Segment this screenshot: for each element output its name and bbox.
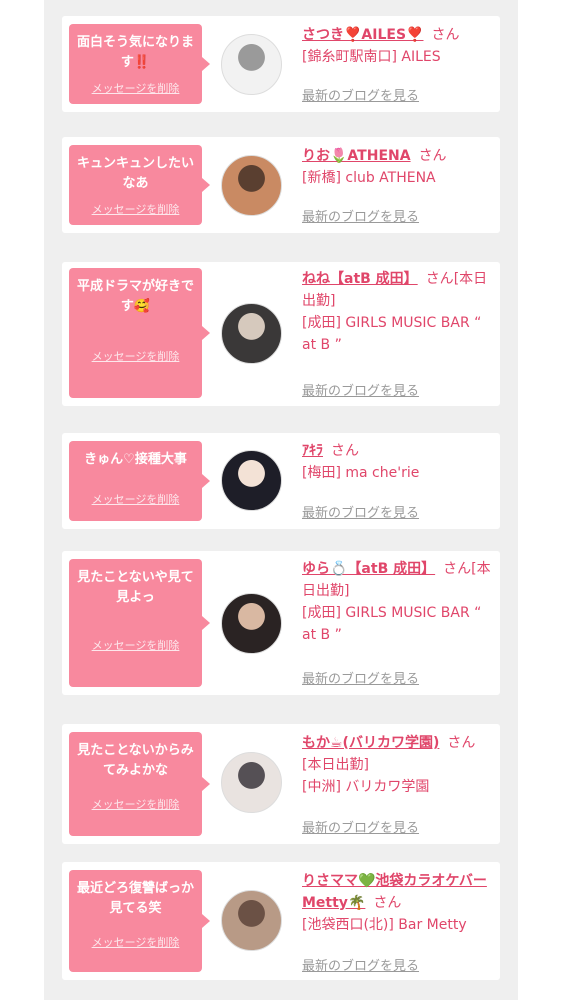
latest-blog-link[interactable]: 最新のブログを見る [302, 85, 419, 104]
avatar[interactable] [221, 34, 282, 95]
avatar[interactable] [221, 752, 282, 813]
shop-location: [池袋西口(北)] Bar Metty [302, 917, 467, 933]
message-bubble: きゅん♡接種大事 メッセージを削除 [69, 441, 210, 521]
profile-info: りさママ💚池袋カラオケバーMetty🌴 さん [池袋西口(北)] Bar Metty [302, 870, 494, 936]
attendance-status: [本日出勤] [302, 757, 369, 773]
honorific: さん [425, 271, 454, 287]
message-bubble: 見たことないからみてみよかなメッセージを削除 [69, 732, 210, 836]
delete-message-link[interactable]: メッセージを削除 [69, 348, 202, 364]
delete-message-link[interactable]: メッセージを削除 [69, 637, 202, 653]
profile-name-link[interactable]: さつき❣️AILES❣️ [302, 27, 423, 43]
profile-name-link[interactable]: ゆら💍【atB 成田】 [302, 561, 435, 577]
profile-info: もか☕(バリカワ学園) さん [本日出勤] [中洲] バリカワ学園 [302, 732, 494, 798]
message-text: 最近どろ復讐ばっか見てる笑 [76, 881, 194, 916]
message-bubble: 平成ドラマが好きです🥰 メッセージを削除 [69, 268, 210, 398]
honorific: さん [431, 27, 460, 43]
message-text: 平成ドラマが好きです🥰 [76, 279, 194, 314]
avatar[interactable] [221, 593, 282, 654]
honorific: さん [443, 561, 472, 577]
profile-info: ゆら💍【atB 成田】 さん[本日出勤] [成田] GIRLS MUSIC BAR … [302, 558, 494, 646]
honorific: さん [418, 148, 447, 164]
message-text: きゅん♡接種大事 [84, 452, 187, 467]
profile-info: ねね【atB 成田】 さん[本日出勤] [成田] GIRLS MUSIC BAR “… [302, 268, 494, 356]
latest-blog-link[interactable]: 最新のブログを見る [302, 380, 419, 399]
profile-info: ｱｷﾗ さん [梅田] ma che'rie [302, 440, 494, 484]
latest-blog-link[interactable]: 最新のブログを見る [302, 955, 419, 974]
message-bubble: 面白そう気になります‼️ メッセージを削除 [69, 24, 210, 104]
shop-location: [成田] GIRLS MUSIC BAR “ at B ” [302, 315, 482, 353]
message-bubble: キュンキュンしたいなあメッセージを削除 [69, 145, 210, 225]
delete-message-link[interactable]: メッセージを削除 [69, 80, 202, 96]
message-text: 面白そう気になります‼️ [76, 35, 194, 70]
avatar[interactable] [221, 303, 282, 364]
message-bubble: 見たことないや見て見よっメッセージを削除 [69, 559, 210, 687]
honorific: さん [447, 735, 476, 751]
avatar[interactable] [221, 450, 282, 511]
shop-location: [梅田] ma che'rie [302, 465, 420, 481]
delete-message-link[interactable]: メッセージを削除 [69, 934, 202, 950]
honorific: さん [373, 895, 402, 911]
shop-location: [新橋] club ATHENA [302, 170, 436, 186]
latest-blog-link[interactable]: 最新のブログを見る [302, 817, 419, 836]
delete-message-link[interactable]: メッセージを削除 [69, 201, 202, 217]
avatar[interactable] [221, 155, 282, 216]
profile-info: りお🌷ATHENA さん [新橋] club ATHENA [302, 145, 494, 189]
latest-blog-link[interactable]: 最新のブログを見る [302, 502, 419, 521]
profile-name-link[interactable]: ねね【atB 成田】 [302, 271, 418, 287]
honorific: さん [331, 443, 359, 459]
profile-info: さつき❣️AILES❣️ さん [錦糸町駅南口] AILES [302, 24, 494, 68]
latest-blog-link[interactable]: 最新のブログを見る [302, 668, 419, 687]
message-text: 見たことないからみてみよかな [77, 743, 194, 778]
shop-location: [中洲] バリカワ学園 [302, 779, 430, 795]
profile-name-link[interactable]: もか☕(バリカワ学園) [302, 735, 439, 751]
message-bubble: 最近どろ復讐ばっか見てる笑メッセージを削除 [69, 870, 210, 972]
delete-message-link[interactable]: メッセージを削除 [69, 796, 202, 812]
profile-name-link[interactable]: ｱｷﾗ [302, 443, 323, 459]
latest-blog-link[interactable]: 最新のブログを見る [302, 206, 419, 225]
delete-message-link[interactable]: メッセージを削除 [69, 491, 202, 507]
shop-location: [成田] GIRLS MUSIC BAR “ at B ” [302, 605, 482, 643]
avatar[interactable] [221, 890, 282, 951]
profile-name-link[interactable]: りお🌷ATHENA [302, 148, 411, 164]
message-text: 見たことないや見て見よっ [77, 570, 194, 605]
message-text: キュンキュンしたいなあ [76, 156, 194, 191]
shop-location: [錦糸町駅南口] AILES [302, 49, 441, 65]
